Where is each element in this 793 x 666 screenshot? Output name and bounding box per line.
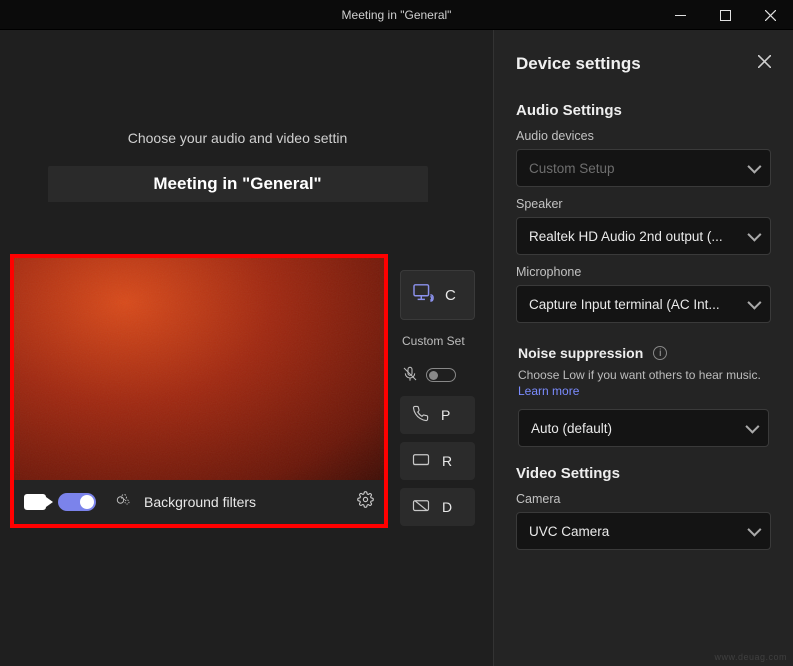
window-title: Meeting in "General"	[342, 8, 452, 22]
monitor-speaker-icon	[413, 283, 435, 307]
chevron-down-icon	[745, 420, 759, 434]
audio-devices-value: Custom Setup	[529, 161, 615, 176]
gear-icon[interactable]	[357, 491, 374, 513]
close-button[interactable]	[748, 0, 793, 30]
noise-suppression-desc: Choose Low if you want others to hear mu…	[518, 367, 769, 399]
mic-toggle[interactable]	[426, 368, 456, 382]
video-preview-highlighted: Background filters	[10, 254, 388, 528]
phone-audio-label: P	[441, 407, 450, 423]
prejoin-area: Choose your audio and video settin Meeti…	[0, 30, 475, 202]
camera-icon	[24, 494, 46, 510]
device-settings-panel: Device settings Audio Settings Audio dev…	[493, 30, 793, 666]
main-area: Choose your audio and video settin Meeti…	[0, 30, 793, 666]
meeting-name-field[interactable]: Meeting in "General"	[48, 166, 428, 202]
speaker-select[interactable]: Realtek HD Audio 2nd output (...	[516, 217, 771, 255]
preview-toolbar: Background filters	[14, 480, 384, 524]
watermark: www.deuag.com	[714, 652, 787, 662]
learn-more-link[interactable]: Learn more	[518, 384, 579, 398]
phone-icon	[412, 405, 429, 425]
audio-option-column: C Custom Set P R D	[400, 270, 475, 526]
mic-toggle-row	[400, 362, 475, 388]
minimize-button[interactable]	[658, 0, 703, 30]
video-section-title: Video Settings	[516, 465, 771, 482]
chevron-down-icon	[747, 296, 761, 310]
chevron-down-icon	[747, 523, 761, 537]
noise-suppression-select[interactable]: Auto (default)	[518, 409, 769, 447]
title-bar: Meeting in "General"	[0, 0, 793, 30]
panel-title: Device settings	[516, 54, 641, 74]
computer-audio-option[interactable]: C	[400, 270, 475, 320]
speaker-value: Realtek HD Audio 2nd output (...	[529, 229, 723, 244]
noise-suppression-value: Auto (default)	[531, 421, 612, 436]
noise-desc-text: Choose Low if you want others to hear mu…	[518, 368, 761, 382]
room-audio-option[interactable]: R	[400, 442, 475, 480]
camera-value: UVC Camera	[529, 524, 609, 539]
maximize-button[interactable]	[703, 0, 748, 30]
microphone-label: Microphone	[516, 265, 771, 279]
camera-preview	[14, 258, 384, 480]
speaker-label: Speaker	[516, 197, 771, 211]
audio-section-title: Audio Settings	[516, 102, 771, 119]
audio-devices-select[interactable]: Custom Setup	[516, 149, 771, 187]
microphone-select[interactable]: Capture Input terminal (AC Int...	[516, 285, 771, 323]
custom-setup-label: Custom Set	[402, 334, 465, 348]
camera-toggle[interactable]	[58, 493, 96, 511]
room-audio-label: R	[442, 453, 452, 469]
camera-select[interactable]: UVC Camera	[516, 512, 771, 550]
phone-audio-option[interactable]: P	[400, 396, 475, 434]
chevron-down-icon	[747, 160, 761, 174]
room-icon	[412, 453, 430, 470]
prompt-text: Choose your audio and video settin	[0, 130, 475, 146]
audio-devices-label: Audio devices	[516, 129, 771, 143]
info-icon[interactable]: i	[653, 346, 667, 360]
microphone-value: Capture Input terminal (AC Int...	[529, 297, 720, 312]
dont-use-audio-option[interactable]: D	[400, 488, 475, 526]
noise-suppression-title: Noise suppression	[518, 345, 643, 361]
window-controls	[658, 0, 793, 30]
dont-use-audio-label: D	[442, 499, 452, 515]
camera-label: Camera	[516, 492, 771, 506]
chevron-down-icon	[747, 228, 761, 242]
background-filters-icon	[116, 492, 132, 512]
mic-off-icon	[402, 366, 418, 385]
noise-suppression-section: Noise suppression i Choose Low if you wa…	[516, 345, 771, 447]
custom-setup-row: Custom Set	[400, 328, 475, 354]
panel-close-button[interactable]	[758, 55, 771, 73]
computer-audio-label: C	[445, 287, 456, 304]
no-audio-icon	[412, 499, 430, 516]
background-filters-button[interactable]: Background filters	[144, 494, 345, 510]
